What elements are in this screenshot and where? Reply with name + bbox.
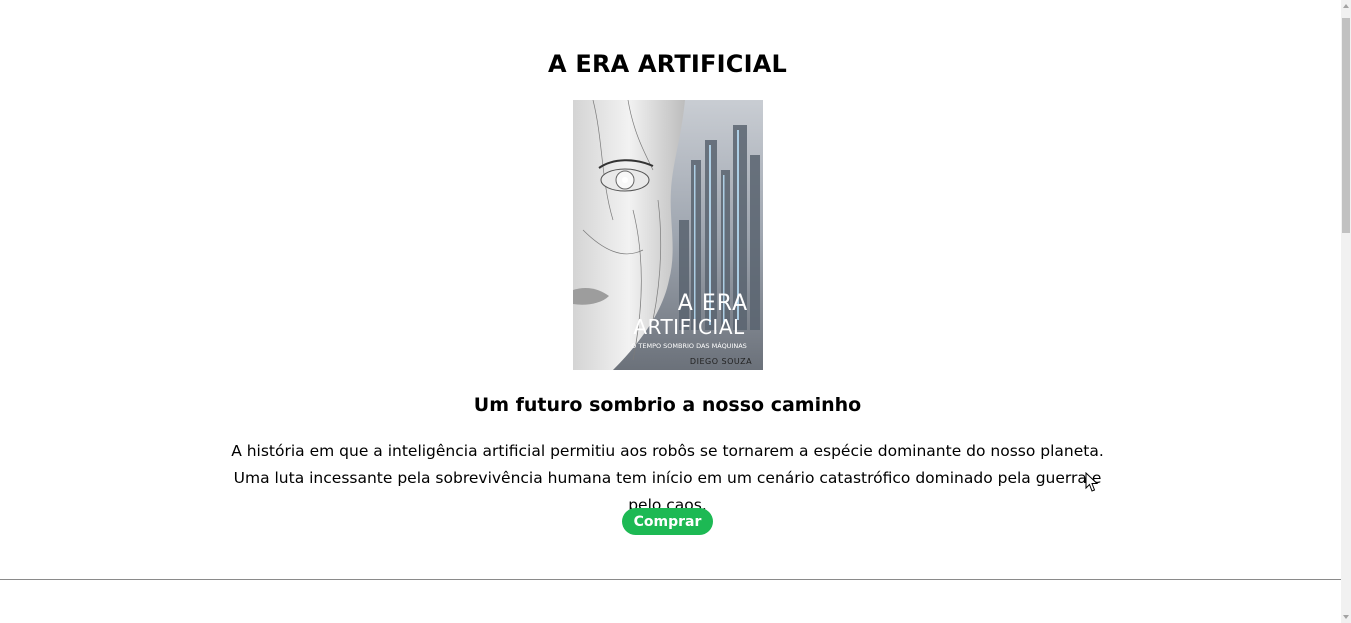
section-divider	[0, 579, 1341, 580]
cover-title-line2: ARTIFICIAL	[633, 315, 745, 339]
book-title: A ERA ARTIFICIAL	[548, 50, 787, 78]
book-cover-image: A ERA ARTIFICIAL O TEMPO SOMBRIO DAS MÁQ…	[573, 100, 763, 370]
book-subtitle: Um futuro sombrio a nosso caminho	[473, 394, 862, 416]
vertical-scrollbar[interactable]	[1341, 0, 1351, 623]
page: A ERA ARTIFICIAL A ERA ARTIFICIAL O TEMP…	[0, 0, 1341, 623]
cover-author: DIEGO SOUZA	[690, 357, 752, 366]
book-description: A história em que a inteligência artific…	[231, 442, 1104, 514]
scrollbar-thumb[interactable]	[1342, 18, 1350, 233]
buy-button[interactable]: Comprar	[622, 508, 713, 535]
scroll-down-icon[interactable]	[1343, 615, 1349, 619]
cover-title-line1: A ERA	[678, 291, 748, 316]
scroll-up-icon[interactable]	[1343, 4, 1349, 8]
cover-tagline: O TEMPO SOMBRIO DAS MÁQUINAS	[631, 341, 747, 350]
cursor-arrow-icon	[1085, 472, 1099, 492]
